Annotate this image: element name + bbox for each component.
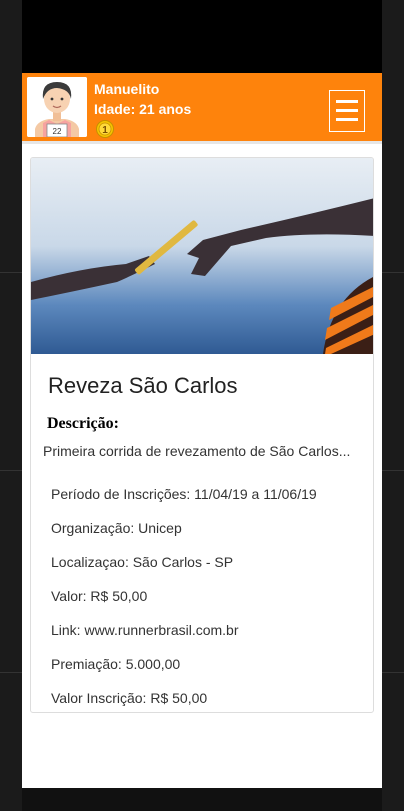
location: Localizaçao: São Carlos - SP — [51, 554, 234, 570]
runner-avatar-image: 22 — [27, 77, 87, 137]
price: Valor: R$ 50,00 — [51, 588, 148, 604]
app-screen: 22 Manuelito Idade: 21 anos 1 Reveza São… — [22, 0, 382, 788]
event-photo — [31, 158, 373, 354]
prize: Premiação: 5.000,00 — [51, 656, 181, 672]
event-card[interactable]: Reveza São Carlos Descrição: Primeira co… — [30, 157, 374, 713]
medal-icon: 1 — [96, 120, 114, 138]
divider — [382, 470, 404, 471]
header-shadow — [22, 141, 382, 144]
menu-bar — [336, 109, 358, 112]
menu-bar — [336, 100, 358, 103]
avatar[interactable]: 22 — [27, 77, 87, 137]
medal-number: 1 — [102, 125, 108, 136]
menu-bar — [336, 118, 358, 121]
organization: Organização: Unicep — [51, 520, 182, 536]
divider — [0, 672, 22, 673]
event-link[interactable]: Link: www.runnerbrasil.com.br — [51, 622, 239, 638]
bib-number: 22 — [53, 127, 62, 136]
registration-price: Valor Inscrição: R$ 50,00 — [51, 690, 208, 706]
background-left — [0, 0, 22, 811]
divider — [382, 672, 404, 673]
app-header: 22 Manuelito Idade: 21 anos 1 — [22, 73, 382, 141]
description-label: Descrição: — [47, 415, 119, 432]
status-bar — [22, 0, 382, 73]
hamburger-menu-button[interactable] — [329, 90, 365, 132]
user-name: Manuelito — [94, 81, 160, 97]
registration-period: Período de Inscrições: 11/04/19 a 11/06/… — [51, 486, 317, 502]
divider — [382, 272, 404, 273]
event-title: Reveza São Carlos — [48, 373, 238, 398]
background-right — [382, 0, 404, 811]
divider — [0, 272, 22, 273]
description-text: Primeira corrida de revezamento de São C… — [43, 443, 351, 459]
divider — [0, 470, 22, 471]
user-age: Idade: 21 anos — [94, 101, 192, 117]
